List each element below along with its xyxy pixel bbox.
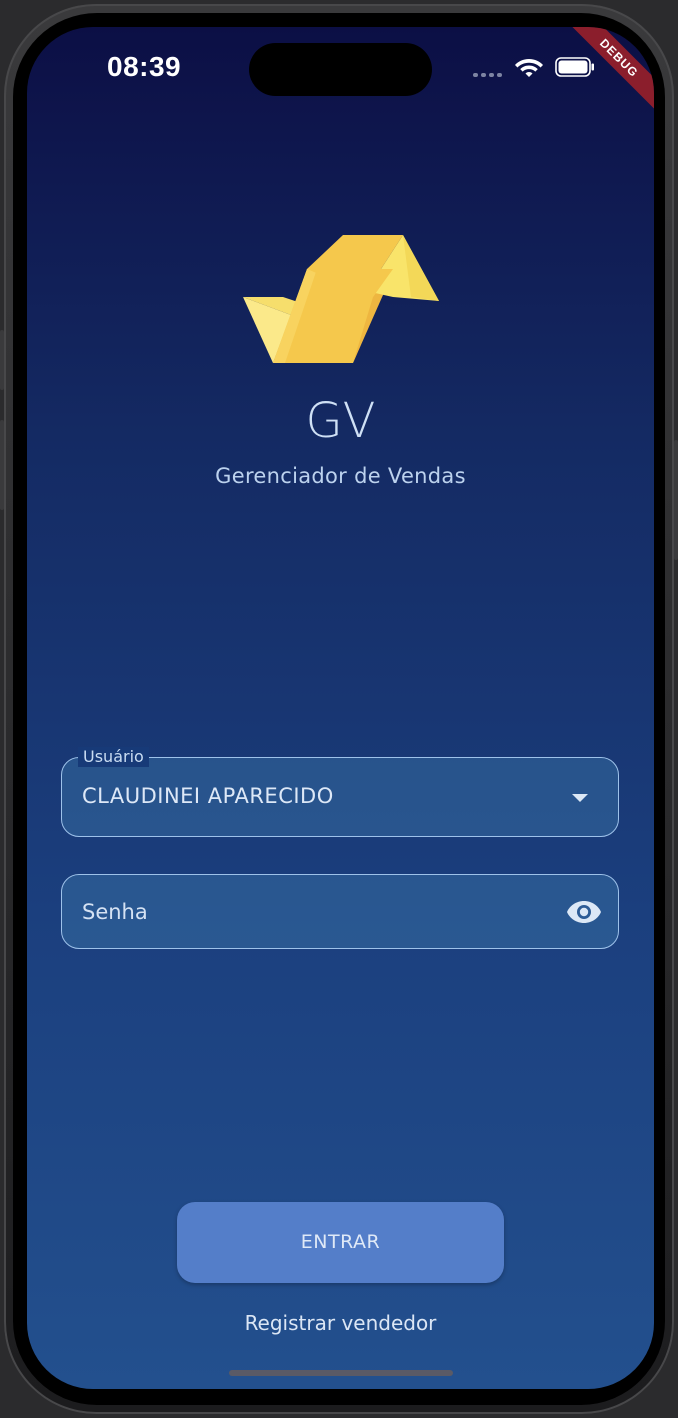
battery-icon	[555, 57, 594, 77]
cellular-signal-icon	[473, 73, 502, 77]
enter-button[interactable]: ENTRAR	[177, 1202, 504, 1283]
user-field-label: Usuário	[78, 747, 149, 767]
dynamic-island	[249, 43, 432, 96]
register-seller-link[interactable]: Registrar vendedor	[27, 1311, 654, 1335]
arrow-drop-down-icon[interactable]	[572, 794, 588, 802]
app-subtitle: Gerenciador de Vendas	[215, 464, 466, 488]
home-indicator	[229, 1370, 453, 1376]
app-screen: 08:39 DEBUG GV Gerenciador de Vendas Usu…	[27, 27, 654, 1389]
wifi-icon	[515, 59, 543, 77]
password-field[interactable]	[61, 874, 619, 949]
app-logo	[243, 235, 439, 363]
app-title: GV	[305, 393, 376, 449]
user-dropdown[interactable]: Usuário CLAUDINEI APARECIDO	[61, 747, 619, 837]
user-selected-value: CLAUDINEI APARECIDO	[82, 784, 334, 808]
side-button-left	[0, 330, 4, 390]
password-input[interactable]	[82, 897, 542, 927]
side-button-left	[0, 420, 4, 510]
eye-icon[interactable]	[566, 899, 602, 925]
side-button-right	[674, 440, 678, 560]
status-time: 08:39	[107, 51, 182, 82]
